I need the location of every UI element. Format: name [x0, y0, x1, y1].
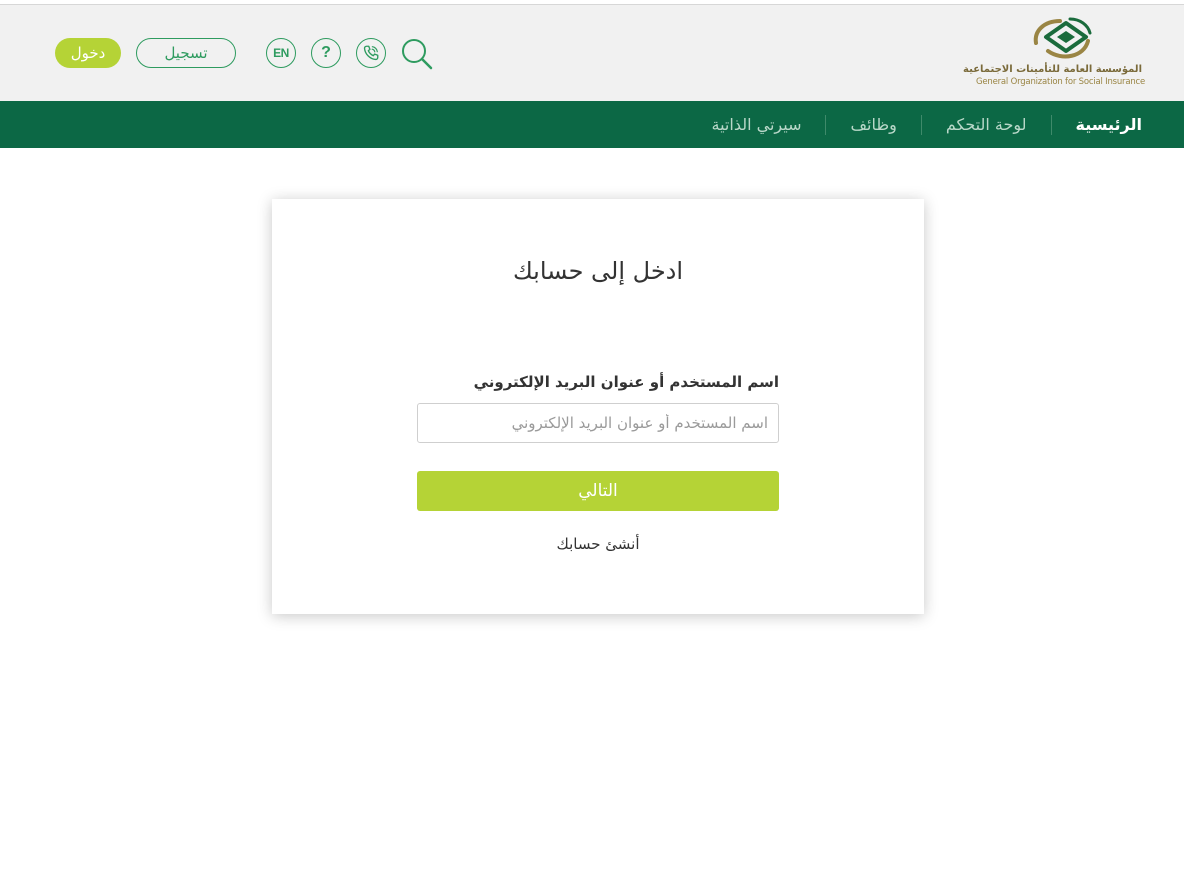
search-icon[interactable]: [400, 37, 434, 71]
login-title: ادخل إلى حسابك: [512, 257, 684, 285]
phone-button[interactable]: [356, 38, 386, 68]
main-nav: الرئيسية لوحة التحكم وظائف سيرتي الذاتية: [0, 101, 1184, 148]
nav-item-home[interactable]: الرئيسية: [1050, 114, 1142, 135]
login-card: ادخل إلى حسابك اسم المستخدم أو عنوان الب…: [272, 199, 924, 614]
help-icon: ?: [321, 44, 331, 61]
register-button[interactable]: تسجيل: [136, 38, 236, 68]
language-switch-button[interactable]: EN: [266, 38, 296, 68]
nav-item-dashboard[interactable]: لوحة التحكم: [920, 114, 1051, 135]
phone-icon: [363, 45, 379, 61]
create-account-link[interactable]: أنشئ حسابك: [272, 535, 924, 553]
help-button[interactable]: ?: [311, 38, 341, 68]
logo-mark-icon: [1033, 17, 1092, 59]
nav-item-jobs[interactable]: وظائف: [825, 114, 920, 135]
gosi-logo[interactable]: المؤسسة العامة للتأمينات الاجتماعية Gene…: [963, 17, 1148, 91]
language-label: EN: [273, 46, 289, 60]
logo-text-arabic: المؤسسة العامة للتأمينات الاجتماعية: [963, 64, 1142, 75]
logo-text-english: General Organization for Social Insuranc…: [976, 77, 1146, 87]
nav-list: الرئيسية لوحة التحكم وظائف سيرتي الذاتية: [688, 101, 1142, 148]
site-header: المؤسسة العامة للتأمينات الاجتماعية Gene…: [0, 5, 1184, 101]
next-button[interactable]: التالي: [417, 471, 779, 511]
username-input[interactable]: [417, 403, 779, 443]
login-button[interactable]: دخول: [55, 38, 121, 68]
username-label: اسم المستخدم أو عنوان البريد الإلكتروني: [473, 373, 779, 391]
nav-item-my-cv[interactable]: سيرتي الذاتية: [688, 115, 826, 135]
